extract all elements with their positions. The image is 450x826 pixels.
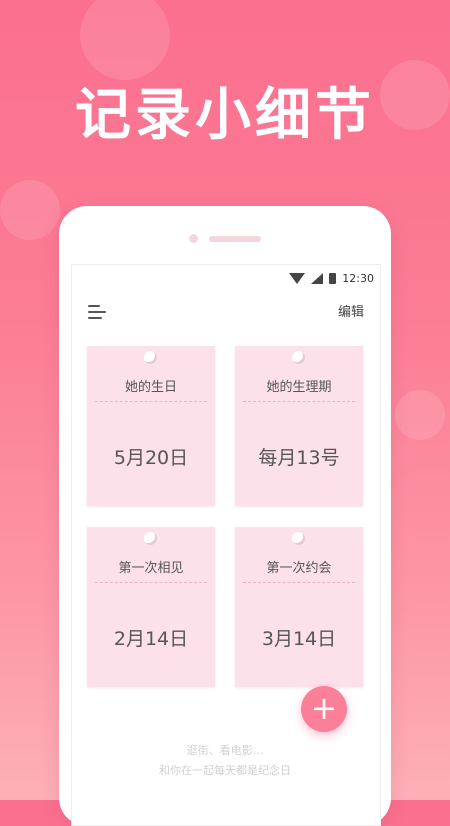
card-title: 她的生日 (124, 380, 177, 395)
card-value: 3月14日 (261, 628, 337, 650)
background-bokeh (395, 390, 445, 440)
menu-icon[interactable] (88, 305, 106, 319)
card-divider (243, 401, 355, 402)
app-bar: 编辑 (72, 295, 380, 325)
card-divider (243, 582, 355, 583)
background-bokeh (0, 180, 60, 240)
pin-icon (292, 532, 305, 545)
phone-frame: 12:30 编辑 (59, 206, 391, 826)
card-period[interactable]: 她的生理期 每月13号 (235, 346, 363, 506)
background-bokeh (80, 0, 170, 80)
footer-line1: 逛街、看电影... (186, 744, 264, 757)
card-title: 第一次约会 (266, 561, 332, 576)
pin-icon (292, 351, 305, 364)
signal-icon (311, 272, 324, 284)
phone-camera (189, 234, 198, 243)
battery-icon (329, 272, 337, 284)
card-divider (95, 401, 207, 402)
headline: 记录小细节 (75, 83, 375, 148)
card-value: 5月20日 (113, 447, 189, 469)
status-bar: 12:30 (289, 269, 374, 287)
card-value: 每月13号 (258, 447, 340, 469)
phone-speaker (209, 236, 261, 242)
edit-button[interactable]: 编辑 (338, 301, 364, 320)
card-first-date[interactable]: 第一次约会 3月14日 (235, 527, 363, 687)
status-time: 12:30 (342, 271, 374, 285)
footer-line2: 和你在一起每天都是纪念日 (159, 764, 291, 777)
card-title: 她的生理期 (266, 380, 332, 395)
card-first-meeting[interactable]: 第一次相见 2月14日 (87, 527, 215, 687)
card-value: 2月14日 (113, 628, 189, 650)
card-divider (95, 582, 207, 583)
card-birthday[interactable]: 她的生日 5月20日 (87, 346, 215, 506)
pin-icon (144, 532, 157, 545)
wifi-icon (289, 272, 306, 284)
add-button[interactable]: + (301, 686, 347, 732)
card-title: 第一次相见 (118, 561, 184, 576)
pin-icon (144, 351, 157, 364)
